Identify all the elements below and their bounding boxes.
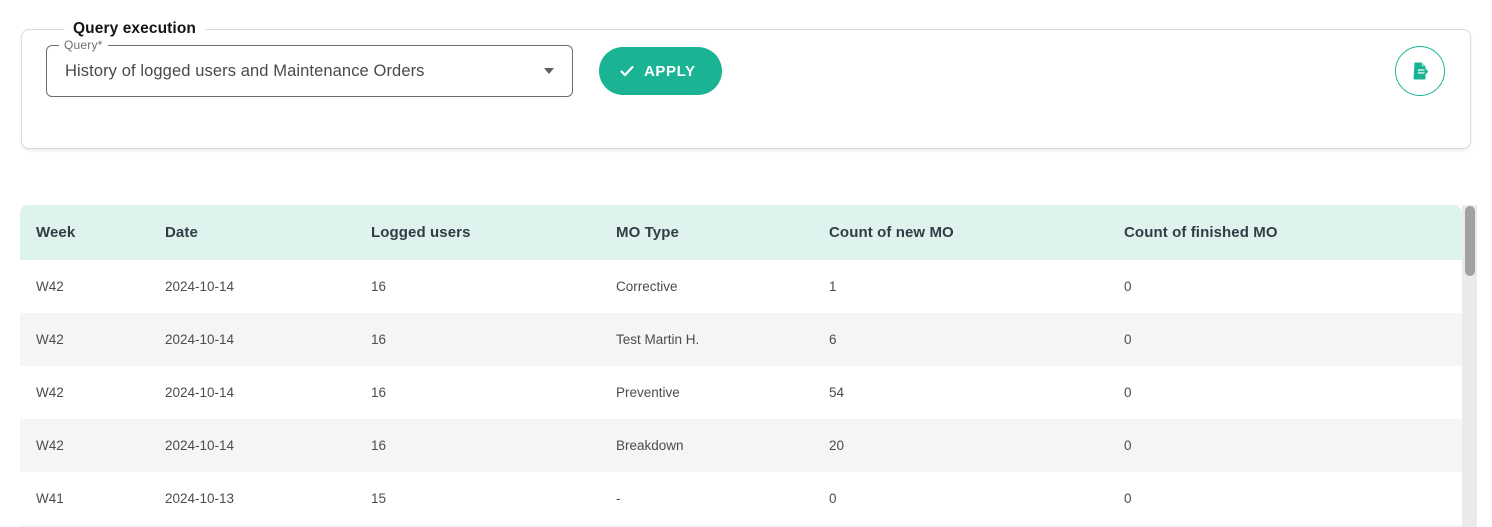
table-body: W422024-10-1416Corrective10W422024-10-14… xyxy=(20,260,1462,525)
query-select-label: Query* xyxy=(59,38,108,52)
table-cell: Breakdown xyxy=(600,438,813,453)
table-row: W422024-10-1416Preventive540 xyxy=(20,366,1462,419)
table-cell: 54 xyxy=(813,385,1108,400)
table-cell: 0 xyxy=(1108,385,1446,400)
check-icon xyxy=(619,63,635,79)
table-cell: 2024-10-14 xyxy=(149,438,355,453)
query-select[interactable]: Query* History of logged users and Maint… xyxy=(46,45,573,97)
table-scrollbar[interactable] xyxy=(1462,205,1477,527)
table-cell: W42 xyxy=(20,385,149,400)
table-cell: 0 xyxy=(1108,279,1446,294)
table-row: W412024-10-1315-00 xyxy=(20,472,1462,525)
table-cell: 20 xyxy=(813,438,1108,453)
table-header-row: Week Date Logged users MO Type Count of … xyxy=(20,205,1462,260)
table-cell: W42 xyxy=(20,332,149,347)
table-cell: 16 xyxy=(355,332,600,347)
table-cell: 16 xyxy=(355,438,600,453)
table-cell: 2024-10-13 xyxy=(149,491,355,506)
column-header-logged-users: Logged users xyxy=(355,224,600,241)
table-cell: 2024-10-14 xyxy=(149,332,355,347)
table-row: W422024-10-1416Breakdown200 xyxy=(20,419,1462,472)
query-execution-panel: Query execution Query* History of logged… xyxy=(21,20,1471,149)
results-table: Week Date Logged users MO Type Count of … xyxy=(20,205,1477,527)
table-cell: 0 xyxy=(1108,491,1446,506)
chevron-down-icon xyxy=(544,68,554,74)
table-cell: 0 xyxy=(813,491,1108,506)
table-cell: Test Martin H. xyxy=(600,332,813,347)
table-cell: - xyxy=(600,491,813,506)
table-cell: 6 xyxy=(813,332,1108,347)
table-cell: 1 xyxy=(813,279,1108,294)
export-file-icon xyxy=(1408,59,1432,83)
table-row: W422024-10-1416Corrective10 xyxy=(20,260,1462,313)
table-cell: W41 xyxy=(20,491,149,506)
column-header-mo-type: MO Type xyxy=(600,224,813,241)
table-cell: 0 xyxy=(1108,332,1446,347)
scrollbar-thumb[interactable] xyxy=(1465,206,1475,276)
column-header-week: Week xyxy=(20,224,149,241)
column-header-date: Date xyxy=(149,224,355,241)
column-header-count-new-mo: Count of new MO xyxy=(813,224,1108,241)
table-cell: 16 xyxy=(355,385,600,400)
apply-button-label: APPLY xyxy=(644,63,696,80)
column-header-count-finished-mo: Count of finished MO xyxy=(1108,224,1446,241)
panel-title: Query execution xyxy=(64,20,205,38)
query-select-value: History of logged users and Maintenance … xyxy=(65,62,532,81)
panel-row: Query* History of logged users and Maint… xyxy=(46,45,1446,97)
table-cell: 2024-10-14 xyxy=(149,279,355,294)
table-cell: W42 xyxy=(20,438,149,453)
table-area: Week Date Logged users MO Type Count of … xyxy=(20,205,1462,527)
table-cell: W42 xyxy=(20,279,149,294)
export-button[interactable] xyxy=(1395,46,1445,96)
table-cell: Corrective xyxy=(600,279,813,294)
table-cell: 15 xyxy=(355,491,600,506)
table-cell: 2024-10-14 xyxy=(149,385,355,400)
apply-button[interactable]: APPLY xyxy=(599,47,722,95)
table-cell: 16 xyxy=(355,279,600,294)
table-row: W422024-10-1416Test Martin H.60 xyxy=(20,313,1462,366)
table-cell: 0 xyxy=(1108,438,1446,453)
table-cell: Preventive xyxy=(600,385,813,400)
